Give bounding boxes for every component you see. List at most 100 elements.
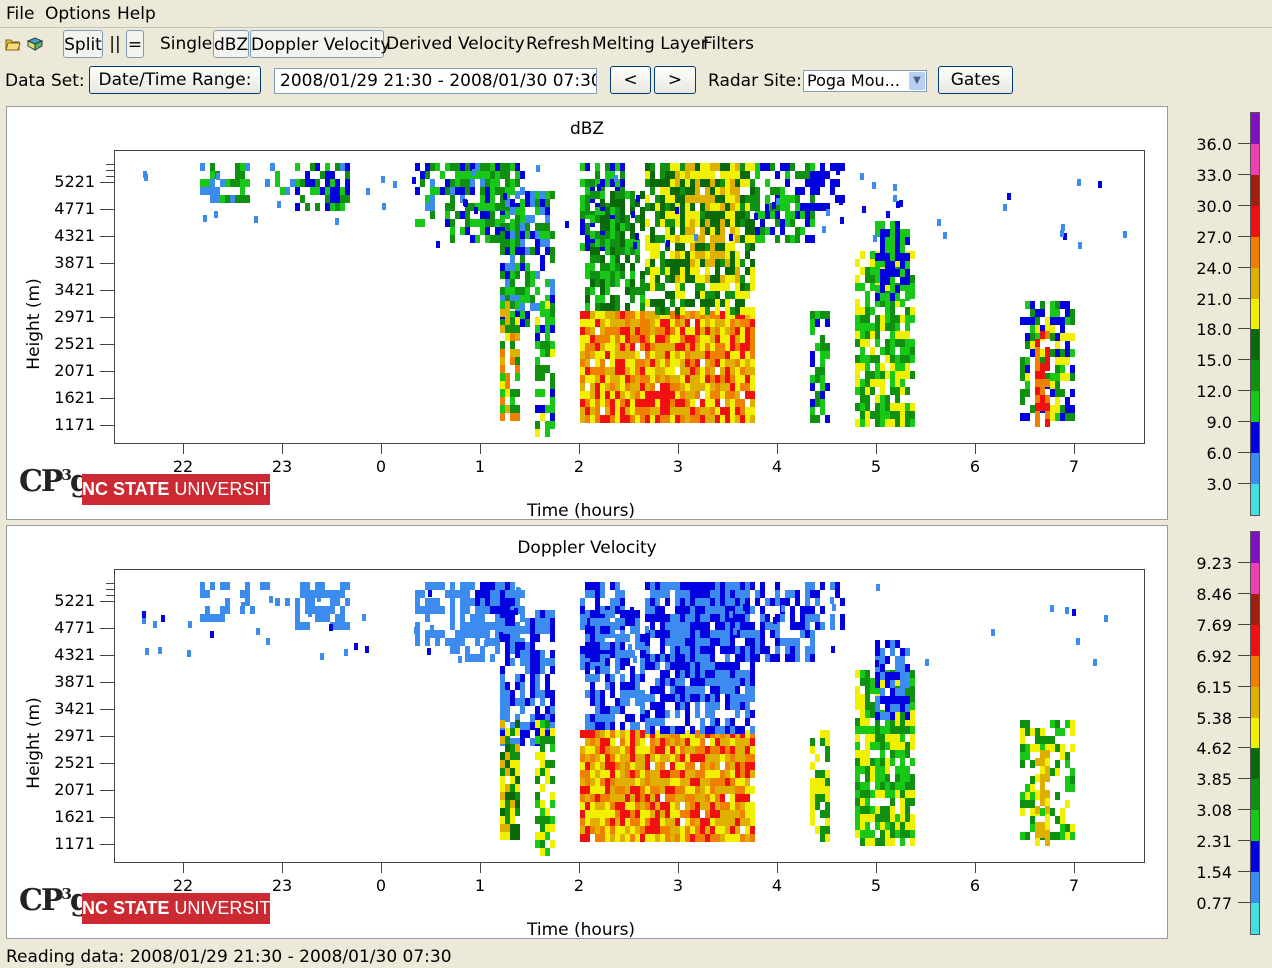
- colorbar-swatch: [1251, 903, 1259, 934]
- x-tick: [381, 444, 382, 454]
- x-tick-label: 5: [870, 876, 882, 895]
- x-tick-label: 0: [375, 876, 387, 895]
- radar-site-select[interactable]: Poga Mou... ▼: [803, 70, 927, 92]
- colorbar-tick: [1238, 452, 1250, 454]
- prev-button[interactable]: <: [610, 66, 651, 94]
- x-axis-title: Time (hours): [527, 501, 636, 521]
- x-tick-label: 3: [672, 457, 684, 476]
- x-tick-label: 22: [172, 457, 194, 476]
- chevron-down-icon[interactable]: ▼: [909, 72, 925, 90]
- y-tick-label: 1621: [54, 807, 95, 826]
- colorbar-label: 6.92: [1196, 646, 1232, 666]
- colorbar-swatch: [1251, 717, 1259, 749]
- x-tick: [480, 863, 481, 873]
- y-minor-tick: [106, 182, 114, 183]
- colorbar-tick: [1238, 359, 1250, 361]
- colorbar-swatch: [1251, 422, 1259, 454]
- x-tick-label: 2: [573, 876, 585, 895]
- x-tick-label: 23: [271, 876, 293, 895]
- y-tick: [100, 763, 114, 764]
- colorbar-swatch: [1251, 329, 1259, 361]
- colorbar-tick: [1238, 297, 1250, 299]
- x-tick: [777, 863, 778, 873]
- colorbar-tick: [1238, 421, 1250, 423]
- y-tick-label: 3871: [54, 672, 95, 691]
- date-time-range-button[interactable]: Date/Time Range:: [89, 66, 261, 94]
- colorbar-swatch: [1251, 267, 1259, 299]
- y-tick: [100, 709, 114, 710]
- x-tick-label: 5: [870, 457, 882, 476]
- y-tick-label: 3871: [54, 253, 95, 272]
- colorbar-tick: [1238, 592, 1250, 594]
- menu-file[interactable]: File: [6, 4, 34, 24]
- y-tick: [100, 655, 114, 656]
- x-tick-label: 7: [1068, 876, 1080, 895]
- next-button[interactable]: >: [654, 66, 696, 94]
- colorbar-swatch: [1251, 562, 1259, 594]
- y-minor-tick: [106, 595, 114, 596]
- colorbar-tick: [1238, 483, 1250, 485]
- x-tick-label: 22: [172, 876, 194, 895]
- dataset-label: Data Set:: [5, 71, 85, 91]
- derived-velocity-button[interactable]: Derived Velocity: [386, 30, 525, 58]
- split-button[interactable]: Split: [63, 30, 103, 58]
- refresh-button[interactable]: Refresh: [526, 30, 590, 58]
- dbz-plot-area[interactable]: [114, 150, 1145, 444]
- colorbar-swatch: [1251, 143, 1259, 175]
- y-tick-label: 3421: [54, 280, 95, 299]
- colorbar-swatch: [1251, 532, 1259, 563]
- x-tick-label: 2: [573, 457, 585, 476]
- y-tick-label: 2071: [54, 361, 95, 380]
- dataset-row: Data Set: Date/Time Range: 2008/01/29 21…: [0, 65, 1272, 97]
- gates-button[interactable]: Gates: [938, 66, 1013, 94]
- date-range-field[interactable]: 2008/01/29 21:30 - 2008/01/30 07:30: [274, 68, 597, 94]
- colorbar-swatch: [1251, 236, 1259, 268]
- y-tick-label: 4771: [54, 618, 95, 637]
- colorbar-swatch: [1251, 174, 1259, 206]
- dbz-button[interactable]: dBZ: [213, 30, 249, 58]
- y-minor-tick: [106, 176, 114, 177]
- y-tick: [100, 817, 114, 818]
- horizontal-split-button[interactable]: =: [126, 30, 144, 58]
- dbz-colorbar: [1250, 112, 1260, 516]
- status-bar: Reading data: 2008/01/29 21:30 - 2008/01…: [6, 947, 452, 967]
- y-tick: [100, 263, 114, 264]
- y-tick-label: 5221: [54, 172, 95, 191]
- filters-button[interactable]: Filters: [703, 30, 754, 58]
- y-minor-tick: [106, 601, 114, 602]
- colorbar-label: 27.0: [1196, 227, 1232, 247]
- colorbar-label: 8.46: [1196, 584, 1232, 604]
- melting-layer-button[interactable]: Melting Layer: [592, 30, 708, 58]
- y-tick: [100, 425, 114, 426]
- x-tick: [579, 863, 580, 873]
- y-tick-label: 2971: [54, 726, 95, 745]
- x-tick-label: 4: [771, 876, 783, 895]
- y-tick-label: 2971: [54, 307, 95, 326]
- book-icon[interactable]: [27, 36, 43, 52]
- y-tick: [100, 344, 114, 345]
- menu-help[interactable]: Help: [117, 4, 156, 24]
- colorbar-label: 9.0: [1206, 413, 1232, 433]
- doppler-plot-area[interactable]: [114, 569, 1145, 863]
- colorbar-label: 3.85: [1196, 770, 1232, 790]
- x-tick-label: 23: [271, 457, 293, 476]
- open-folder-icon[interactable]: [5, 36, 21, 52]
- doppler-colorbar: [1250, 531, 1260, 935]
- single-button[interactable]: Single: [160, 30, 212, 58]
- y-tick-label: 4321: [54, 645, 95, 664]
- doppler-velocity-button[interactable]: Doppler Velocity: [250, 30, 390, 58]
- colorbar-tick: [1238, 623, 1250, 625]
- colorbar-label: 36.0: [1196, 134, 1232, 154]
- colorbar-swatch: [1251, 113, 1259, 144]
- vertical-split-button[interactable]: ||: [106, 30, 124, 58]
- ncsu-logo: NC STATE UNIVERSITY: [82, 474, 282, 505]
- colorbar-swatch: [1251, 205, 1259, 237]
- x-tick-label: 1: [474, 876, 486, 895]
- y-tick: [100, 371, 114, 372]
- y-tick: [100, 209, 114, 210]
- x-tick: [777, 444, 778, 454]
- y-tick-label: 2521: [54, 334, 95, 353]
- colorbar-label: 33.0: [1196, 165, 1232, 185]
- dbz-panel: dBZ Height (m) Time (hours) CP3g NC STAT…: [6, 106, 1168, 521]
- menu-options[interactable]: Options: [45, 4, 111, 24]
